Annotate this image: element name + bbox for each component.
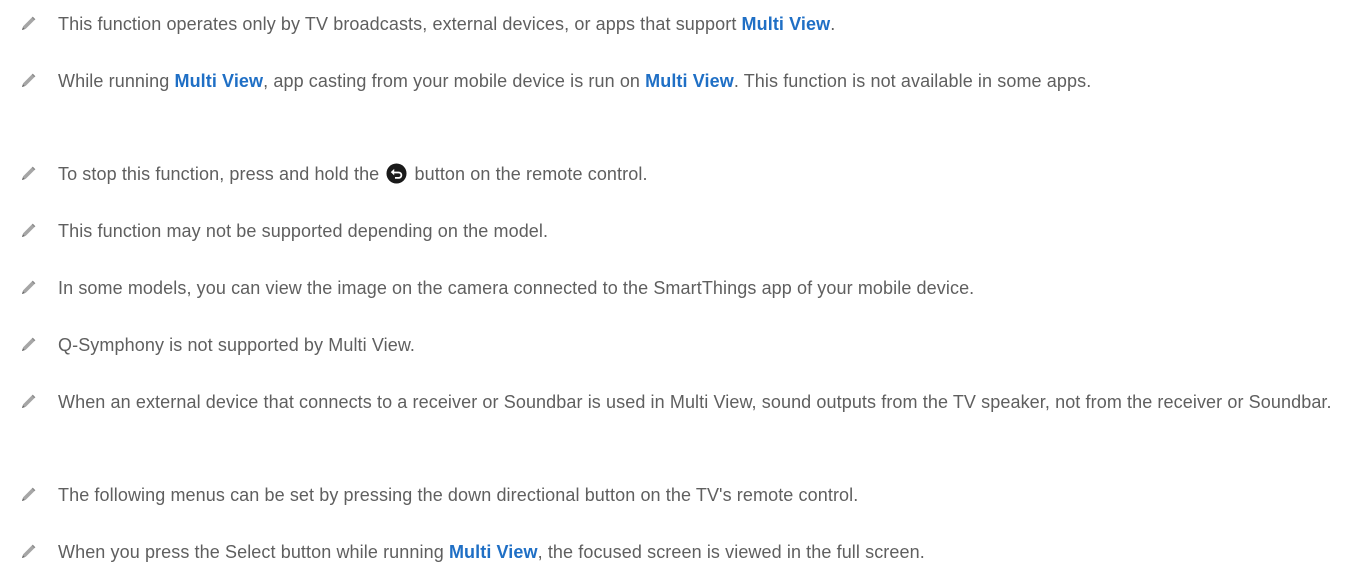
multi-view-link[interactable]: Multi View	[645, 71, 734, 91]
pencil-icon	[22, 544, 36, 558]
note-text: While running Multi View, app casting fr…	[58, 63, 1338, 99]
note-text: The following menus can be set by pressi…	[58, 485, 859, 505]
pencil-icon	[22, 16, 36, 30]
note-text: Q-Symphony is not supported by Multi Vie…	[58, 335, 416, 355]
note-text-part: button on the remote control.	[409, 164, 648, 184]
pencil-icon	[22, 487, 36, 501]
note-text-part: While running	[58, 71, 175, 91]
note-text-part: When you press the Select button while r…	[58, 542, 449, 562]
note-text-part: .	[830, 14, 836, 34]
pencil-icon	[22, 280, 36, 294]
note-text: This function operates only by TV broadc…	[58, 6, 1338, 42]
pencil-icon	[22, 166, 36, 180]
note-text-part: This function operates only by TV broadc…	[58, 14, 742, 34]
note-text: This function may not be supported depen…	[58, 221, 549, 241]
pencil-icon	[22, 223, 36, 237]
multi-view-link[interactable]: Multi View	[742, 14, 831, 34]
note-text: When an external device that connects to…	[58, 392, 1332, 412]
pencil-icon	[22, 73, 36, 87]
back-button-icon	[386, 163, 407, 184]
note-text: In some models, you can view the image o…	[58, 278, 975, 298]
note-text-part: . This function is not available in some…	[733, 71, 1092, 91]
note-text-part: , app casting from your mobile device is…	[263, 71, 646, 91]
multi-view-link[interactable]: Multi View	[449, 542, 538, 562]
multi-view-link[interactable]: Multi View	[174, 71, 263, 91]
note-text-part: To stop this function, press and hold th…	[58, 164, 385, 184]
note-text: To stop this function, press and hold th…	[58, 156, 1338, 192]
note-text: When you press the Select button while r…	[58, 534, 1338, 570]
pencil-icon	[22, 394, 36, 408]
note-text-part: , the focused screen is viewed in the fu…	[537, 542, 925, 562]
pencil-icon	[22, 337, 36, 351]
